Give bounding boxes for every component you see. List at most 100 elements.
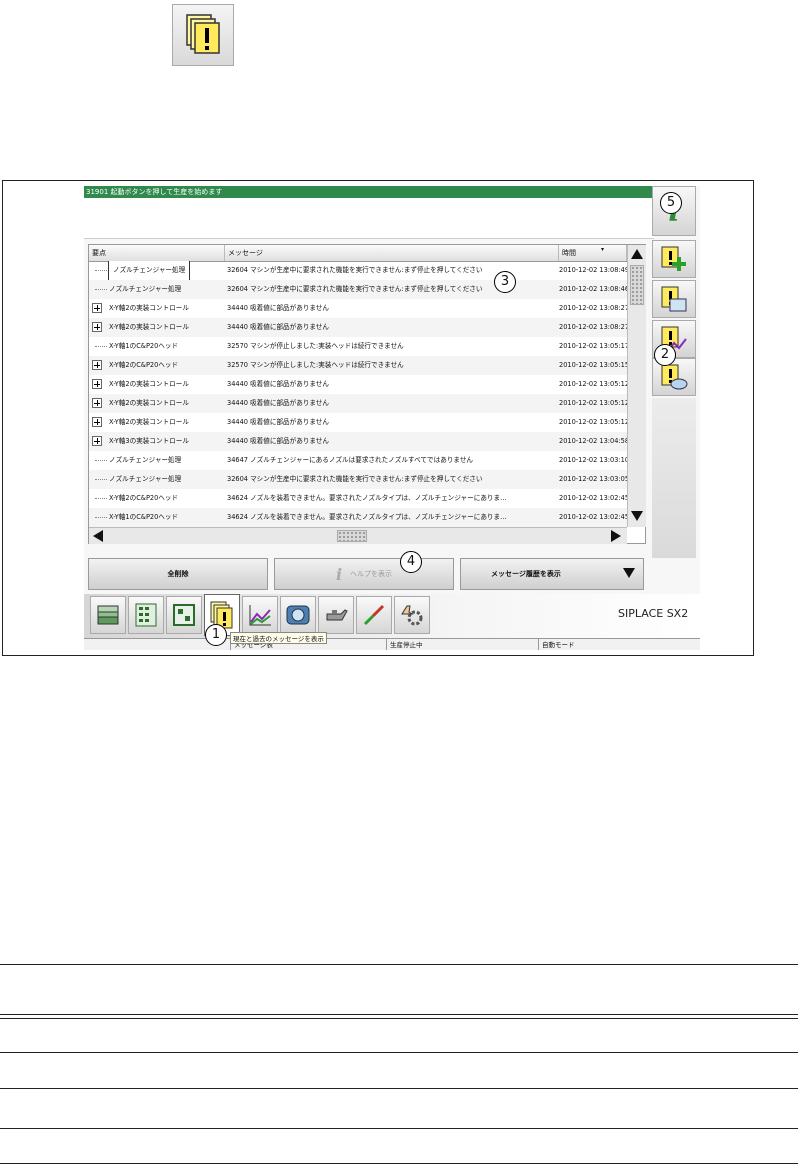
cell-message: 34440 吸着値に部品がありません: [227, 323, 329, 331]
expand-plus-icon[interactable]: [92, 417, 102, 427]
expand-plus-icon[interactable]: [92, 379, 102, 389]
cell-source: X-Y軸1のC&P20ヘッド: [89, 508, 225, 527]
table-row[interactable]: X-Y軸2のC&P20ヘッド 34624 ノズルを装着できません。要求されたノズル…: [89, 489, 627, 508]
table-row[interactable]: ノズルチェンジャー処理 32604 マシンが生産中に要求された機能を実行できません…: [89, 280, 627, 299]
table-row[interactable]: X-Y軸2の実装コントロール 34440 吸着値に部品がありません 2010-12-…: [89, 394, 627, 413]
cell-time: 2010-12-02 13:05:17: [559, 342, 627, 350]
show-history-label: メッセージ履歴を表示: [491, 570, 561, 578]
add-message-button[interactable]: [652, 240, 696, 278]
messages-icon-standalone: [172, 4, 234, 66]
vertical-scrollbar[interactable]: [627, 245, 646, 527]
delete-all-button[interactable]: 全削除: [88, 558, 268, 590]
source-text: X-Y軸2のC&P20ヘッド: [109, 361, 179, 369]
message-hand-icon: [661, 364, 688, 390]
column-source[interactable]: 要点: [89, 245, 225, 261]
source-text: X-Y軸2のC&P20ヘッド: [109, 494, 179, 502]
table-header: 要点 メッセージ 時間 ▾: [89, 245, 627, 262]
tree-connector: [95, 270, 107, 271]
tree-connector: [95, 460, 107, 461]
expand-plus-icon[interactable]: [92, 436, 102, 446]
cell-message: 34440 吸着値に部品がありません: [227, 418, 329, 426]
sort-indicator-icon: ▾: [601, 246, 605, 253]
rule-line: [0, 1018, 798, 1019]
vertical-scroll-thumb[interactable]: [630, 265, 644, 305]
cell-time: 2010-12-02 13:02:45: [559, 494, 627, 502]
cell-source: X-Y軸2の実装コントロール: [89, 299, 225, 318]
cell-time: 2010-12-02 13:08:49: [559, 266, 627, 274]
callout-2: 2: [654, 344, 676, 366]
cell-source: ノズルチェンジャー処理: [89, 451, 225, 470]
rule-line: [0, 1052, 798, 1053]
cell-time: 2010-12-02 13:02:45: [559, 513, 627, 521]
table-row[interactable]: X-Y軸2の実装コントロール 34440 吸着値に部品がありません 2010-12-…: [89, 413, 627, 432]
rule-line: [0, 1014, 798, 1015]
rule-line: [0, 964, 798, 965]
table-row[interactable]: X-Y軸1のC&P20ヘッド 32570 マシンが停止しました:実装ヘッドは続行で…: [89, 337, 627, 356]
show-help-label: ヘルプを表示: [350, 570, 393, 578]
table-row[interactable]: X-Y軸2の実装コントロール 34440 吸着値に部品がありません 2010-12-…: [89, 375, 627, 394]
feeder-icon: [97, 605, 119, 625]
cell-message: 34440 吸着値に部品がありません: [227, 437, 329, 445]
header-message: 31901 起動ボタンを押して生産を始めます: [84, 186, 656, 198]
column-message[interactable]: メッセージ: [225, 245, 559, 261]
cell-time: 2010-12-02 13:03:05: [559, 475, 627, 483]
cell-message: 34440 吸着値に部品がありません: [227, 380, 329, 388]
scroll-right-icon[interactable]: [611, 530, 621, 542]
show-help-button[interactable]: i ヘルプを表示: [274, 558, 454, 590]
source-text: X-Y軸2の実装コントロール: [109, 304, 189, 312]
feeder-button[interactable]: [90, 596, 126, 634]
callout-5: 5: [660, 192, 682, 214]
cell-source: X-Y軸2のC&P20ヘッド: [89, 489, 225, 508]
cell-source: X-Y軸2の実装コントロール: [89, 413, 225, 432]
expand-plus-icon[interactable]: [92, 303, 102, 313]
delete-all-label: 全削除: [167, 570, 189, 578]
table-row[interactable]: X-Y軸2のC&P20ヘッド 32570 マシンが停止しました:実装ヘッドは続行で…: [89, 356, 627, 375]
cell-message: 34624 ノズルを装着できません。要求されたノズルタイプは、ノズルチェンジャー…: [227, 513, 507, 521]
table-row[interactable]: X-Y軸3の実装コントロール 34440 吸着値に部品がありません 2010-12-…: [89, 432, 627, 451]
cell-source: X-Y軸2の実装コントロール: [89, 318, 225, 337]
board-grid-button[interactable]: [128, 596, 164, 634]
source-text: X-Y軸2の実装コントロール: [109, 323, 189, 331]
cell-time: 2010-12-02 13:08:27: [559, 304, 627, 312]
cell-message: 34440 吸着値に部品がありません: [227, 399, 329, 407]
table-row[interactable]: ノズルチェンジャー処理 34647 ノズルチェンジャーにあるノズルは要求されたノズ…: [89, 451, 627, 470]
tree-connector: [95, 517, 107, 518]
tree-connector: [95, 346, 107, 347]
table-row[interactable]: ノズルチェンジャー処理 32604 マシンが生産中に要求された機能を実行できません…: [89, 470, 627, 489]
info-icon: i: [335, 564, 343, 584]
table-row[interactable]: X-Y軸2の実装コントロール 34440 吸着値に部品がありません 2010-12-…: [89, 299, 627, 318]
cell-source: ノズルチェンジャー処理: [89, 470, 225, 489]
rule-line: [0, 1128, 798, 1129]
hand-gear-button[interactable]: [394, 596, 430, 634]
expand-plus-icon[interactable]: [92, 322, 102, 332]
source-text: ノズルチェンジャー処理: [107, 261, 191, 280]
expand-plus-icon[interactable]: [92, 398, 102, 408]
camera-button[interactable]: [280, 596, 316, 634]
scroll-left-icon[interactable]: [93, 530, 103, 542]
layout-button[interactable]: [166, 596, 202, 634]
chart-icon: [249, 605, 271, 626]
show-history-button[interactable]: メッセージ履歴を表示: [460, 558, 644, 590]
cell-source: X-Y軸2の実装コントロール: [89, 375, 225, 394]
cell-source: ノズルチェンジャー処理: [89, 261, 225, 280]
scroll-down-icon[interactable]: [631, 511, 643, 521]
column-time[interactable]: 時間 ▾: [559, 245, 627, 261]
horizontal-scroll-thumb[interactable]: [337, 530, 367, 542]
oil-can-button[interactable]: [318, 596, 354, 634]
table-row[interactable]: ノズルチェンジャー処理 32604 マシンが生産中に要求された機能を実行できません…: [89, 261, 627, 280]
horizontal-scrollbar[interactable]: [89, 527, 627, 544]
source-text: X-Y軸1のC&P20ヘッド: [109, 342, 179, 350]
tooltip: 現在と過去のメッセージを表示: [230, 632, 327, 644]
message-window-button[interactable]: [652, 280, 696, 318]
wire-tool-button[interactable]: [356, 596, 392, 634]
scroll-up-icon[interactable]: [631, 249, 643, 259]
expand-plus-icon[interactable]: [92, 360, 102, 370]
cell-time: 2010-12-02 13:05:12: [559, 399, 627, 407]
callout-3: 3: [494, 271, 516, 293]
table-row[interactable]: X-Y軸2の実装コントロール 34440 吸着値に部品がありません 2010-12-…: [89, 318, 627, 337]
chart-button[interactable]: [242, 596, 278, 634]
layout-icon: [173, 604, 195, 626]
cell-message: 34440 吸着値に部品がありません: [227, 304, 329, 312]
tree-connector: [95, 479, 107, 480]
table-row[interactable]: X-Y軸1のC&P20ヘッド 34624 ノズルを装着できません。要求されたノズル…: [89, 508, 627, 527]
